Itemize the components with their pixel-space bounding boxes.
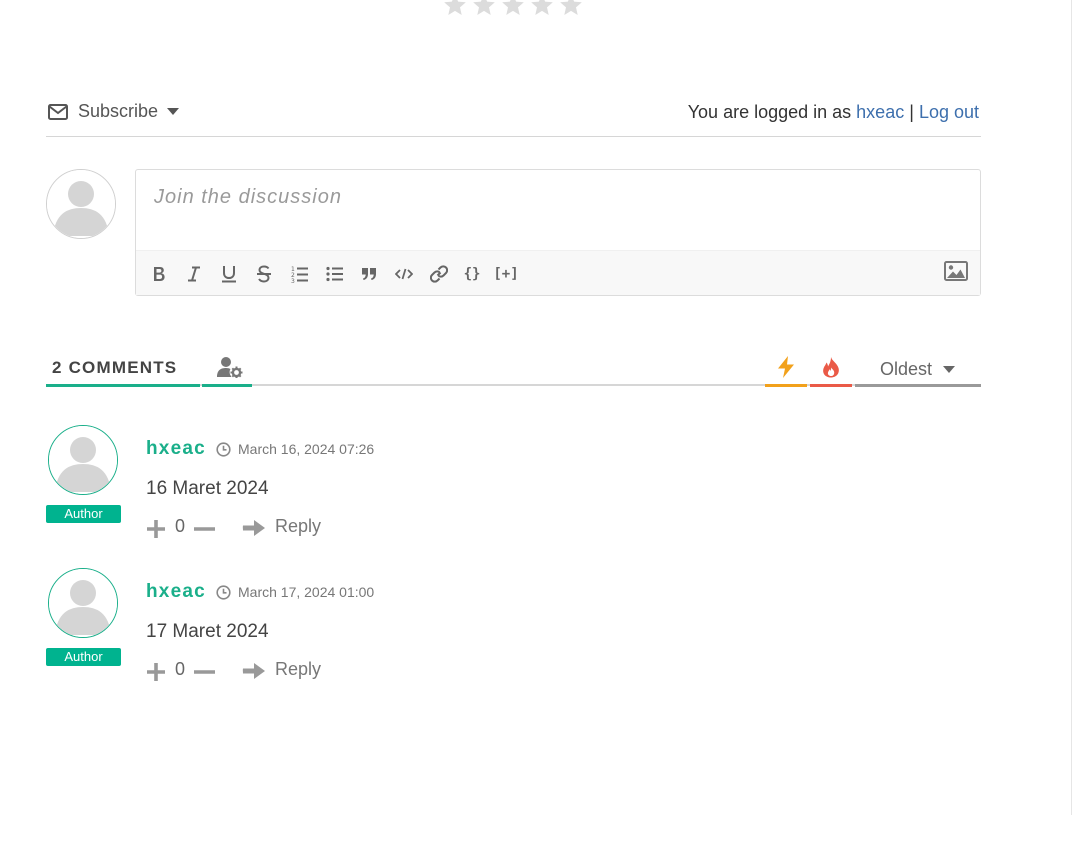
unordered-list-button[interactable] xyxy=(325,264,345,284)
clock-icon xyxy=(216,442,231,457)
login-status: You are logged in as hxeac | Log out xyxy=(688,102,979,123)
comment-author[interactable]: hxeac xyxy=(146,438,206,460)
fire-icon xyxy=(823,357,839,378)
login-separator: | xyxy=(909,102,914,122)
comment-text: 17 Maret 2024 xyxy=(146,621,269,642)
sort-dropdown[interactable]: Oldest xyxy=(855,350,981,387)
chevron-down-icon xyxy=(167,107,180,115)
user-cog-icon xyxy=(217,357,243,378)
chevron-down-icon xyxy=(943,366,955,373)
italic-button[interactable] xyxy=(185,264,203,284)
reply-button[interactable]: Reply xyxy=(275,659,321,680)
code-icon xyxy=(395,268,413,280)
vote-down-icon[interactable] xyxy=(194,527,215,531)
sort-selected-label: Oldest xyxy=(880,359,933,379)
username-link[interactable]: hxeac xyxy=(856,102,904,122)
underline-button[interactable] xyxy=(220,264,238,284)
user-placeholder-icon xyxy=(49,569,117,637)
reply-arrow-icon[interactable] xyxy=(242,660,266,680)
avatar[interactable] xyxy=(48,425,118,495)
sort-newest-underline xyxy=(765,384,807,387)
vote-count: 0 xyxy=(175,516,186,536)
subscribe-bar: Subscribe You are logged in as hxeac | L… xyxy=(46,97,981,137)
image-icon xyxy=(944,261,968,281)
tab-underline xyxy=(202,384,252,387)
author-badge: Author xyxy=(46,648,121,666)
rating-stars[interactable] xyxy=(442,0,584,18)
vote-up-icon[interactable] xyxy=(146,662,166,682)
envelope-icon xyxy=(48,103,68,120)
link-button[interactable] xyxy=(430,264,448,284)
star-icon[interactable] xyxy=(471,0,497,18)
logout-link[interactable]: Log out xyxy=(919,102,979,122)
editor-toolbar: 123 {} [+] xyxy=(136,250,980,295)
subscribe-label: Subscribe xyxy=(78,101,159,121)
user-placeholder-icon xyxy=(47,170,115,238)
star-icon[interactable] xyxy=(529,0,555,18)
star-icon[interactable] xyxy=(442,0,468,18)
unordered-list-icon xyxy=(326,266,343,282)
blockquote-button[interactable] xyxy=(360,264,378,284)
quote-icon xyxy=(362,268,376,280)
comment-thread: Author hxeac March 16, 2024 07:26 16 Mar… xyxy=(46,425,981,555)
author-badge: Author xyxy=(46,505,121,523)
user-placeholder-icon xyxy=(49,426,117,494)
comment-date[interactable]: March 16, 2024 07:26 xyxy=(238,441,374,457)
strikethrough-button[interactable] xyxy=(255,264,273,284)
sort-hottest-underline xyxy=(810,384,852,387)
spoiler-button[interactable]: [+] xyxy=(493,264,519,284)
avatar[interactable] xyxy=(48,568,118,638)
comment-date[interactable]: March 17, 2024 01:00 xyxy=(238,584,374,600)
login-prefix: You are logged in as xyxy=(687,102,852,122)
page-edge-divider xyxy=(1071,0,1072,815)
comment-editor[interactable]: Join the discussion 123 {} [+] xyxy=(135,169,981,296)
comments-header: 2 COMMENTS Oldest xyxy=(46,350,981,387)
ordered-list-icon: 123 xyxy=(291,266,308,283)
ordered-list-button[interactable]: 123 xyxy=(290,264,310,284)
star-icon[interactable] xyxy=(500,0,526,18)
avatar xyxy=(46,169,116,239)
clock-icon xyxy=(216,585,231,600)
image-upload-button[interactable] xyxy=(944,261,968,281)
comment-input-placeholder[interactable]: Join the discussion xyxy=(154,186,342,209)
star-icon[interactable] xyxy=(558,0,584,18)
comment-author[interactable]: hxeac xyxy=(146,581,206,603)
reply-button[interactable]: Reply xyxy=(275,516,321,537)
comments-count: 2 COMMENTS xyxy=(52,358,178,377)
sort-dropdown-underline xyxy=(855,384,981,387)
active-tab-underline xyxy=(46,384,200,387)
reply-arrow-icon[interactable] xyxy=(242,517,266,537)
strikethrough-icon xyxy=(257,265,271,283)
vote-down-icon[interactable] xyxy=(194,670,215,674)
tab-comment-authors[interactable] xyxy=(202,350,252,387)
subscribe-dropdown[interactable]: Subscribe xyxy=(48,101,180,122)
bold-button[interactable] xyxy=(150,264,168,284)
link-icon xyxy=(430,265,448,283)
vote-count: 0 xyxy=(175,659,186,679)
code-button[interactable] xyxy=(395,264,413,284)
sort-newest-button[interactable] xyxy=(765,350,807,387)
italic-icon xyxy=(188,266,200,282)
tab-comments[interactable]: 2 COMMENTS xyxy=(46,350,200,387)
source-code-button[interactable]: {} xyxy=(462,264,482,284)
comment-thread: Author hxeac March 17, 2024 01:00 17 Mar… xyxy=(46,568,981,698)
underline-icon xyxy=(222,266,236,283)
comment-text: 16 Maret 2024 xyxy=(146,478,269,499)
vote-up-icon[interactable] xyxy=(146,519,166,539)
sort-hottest-button[interactable] xyxy=(810,350,852,387)
svg-text:3: 3 xyxy=(291,278,295,283)
lightning-bolt-icon xyxy=(778,356,794,378)
bold-icon xyxy=(154,267,165,281)
